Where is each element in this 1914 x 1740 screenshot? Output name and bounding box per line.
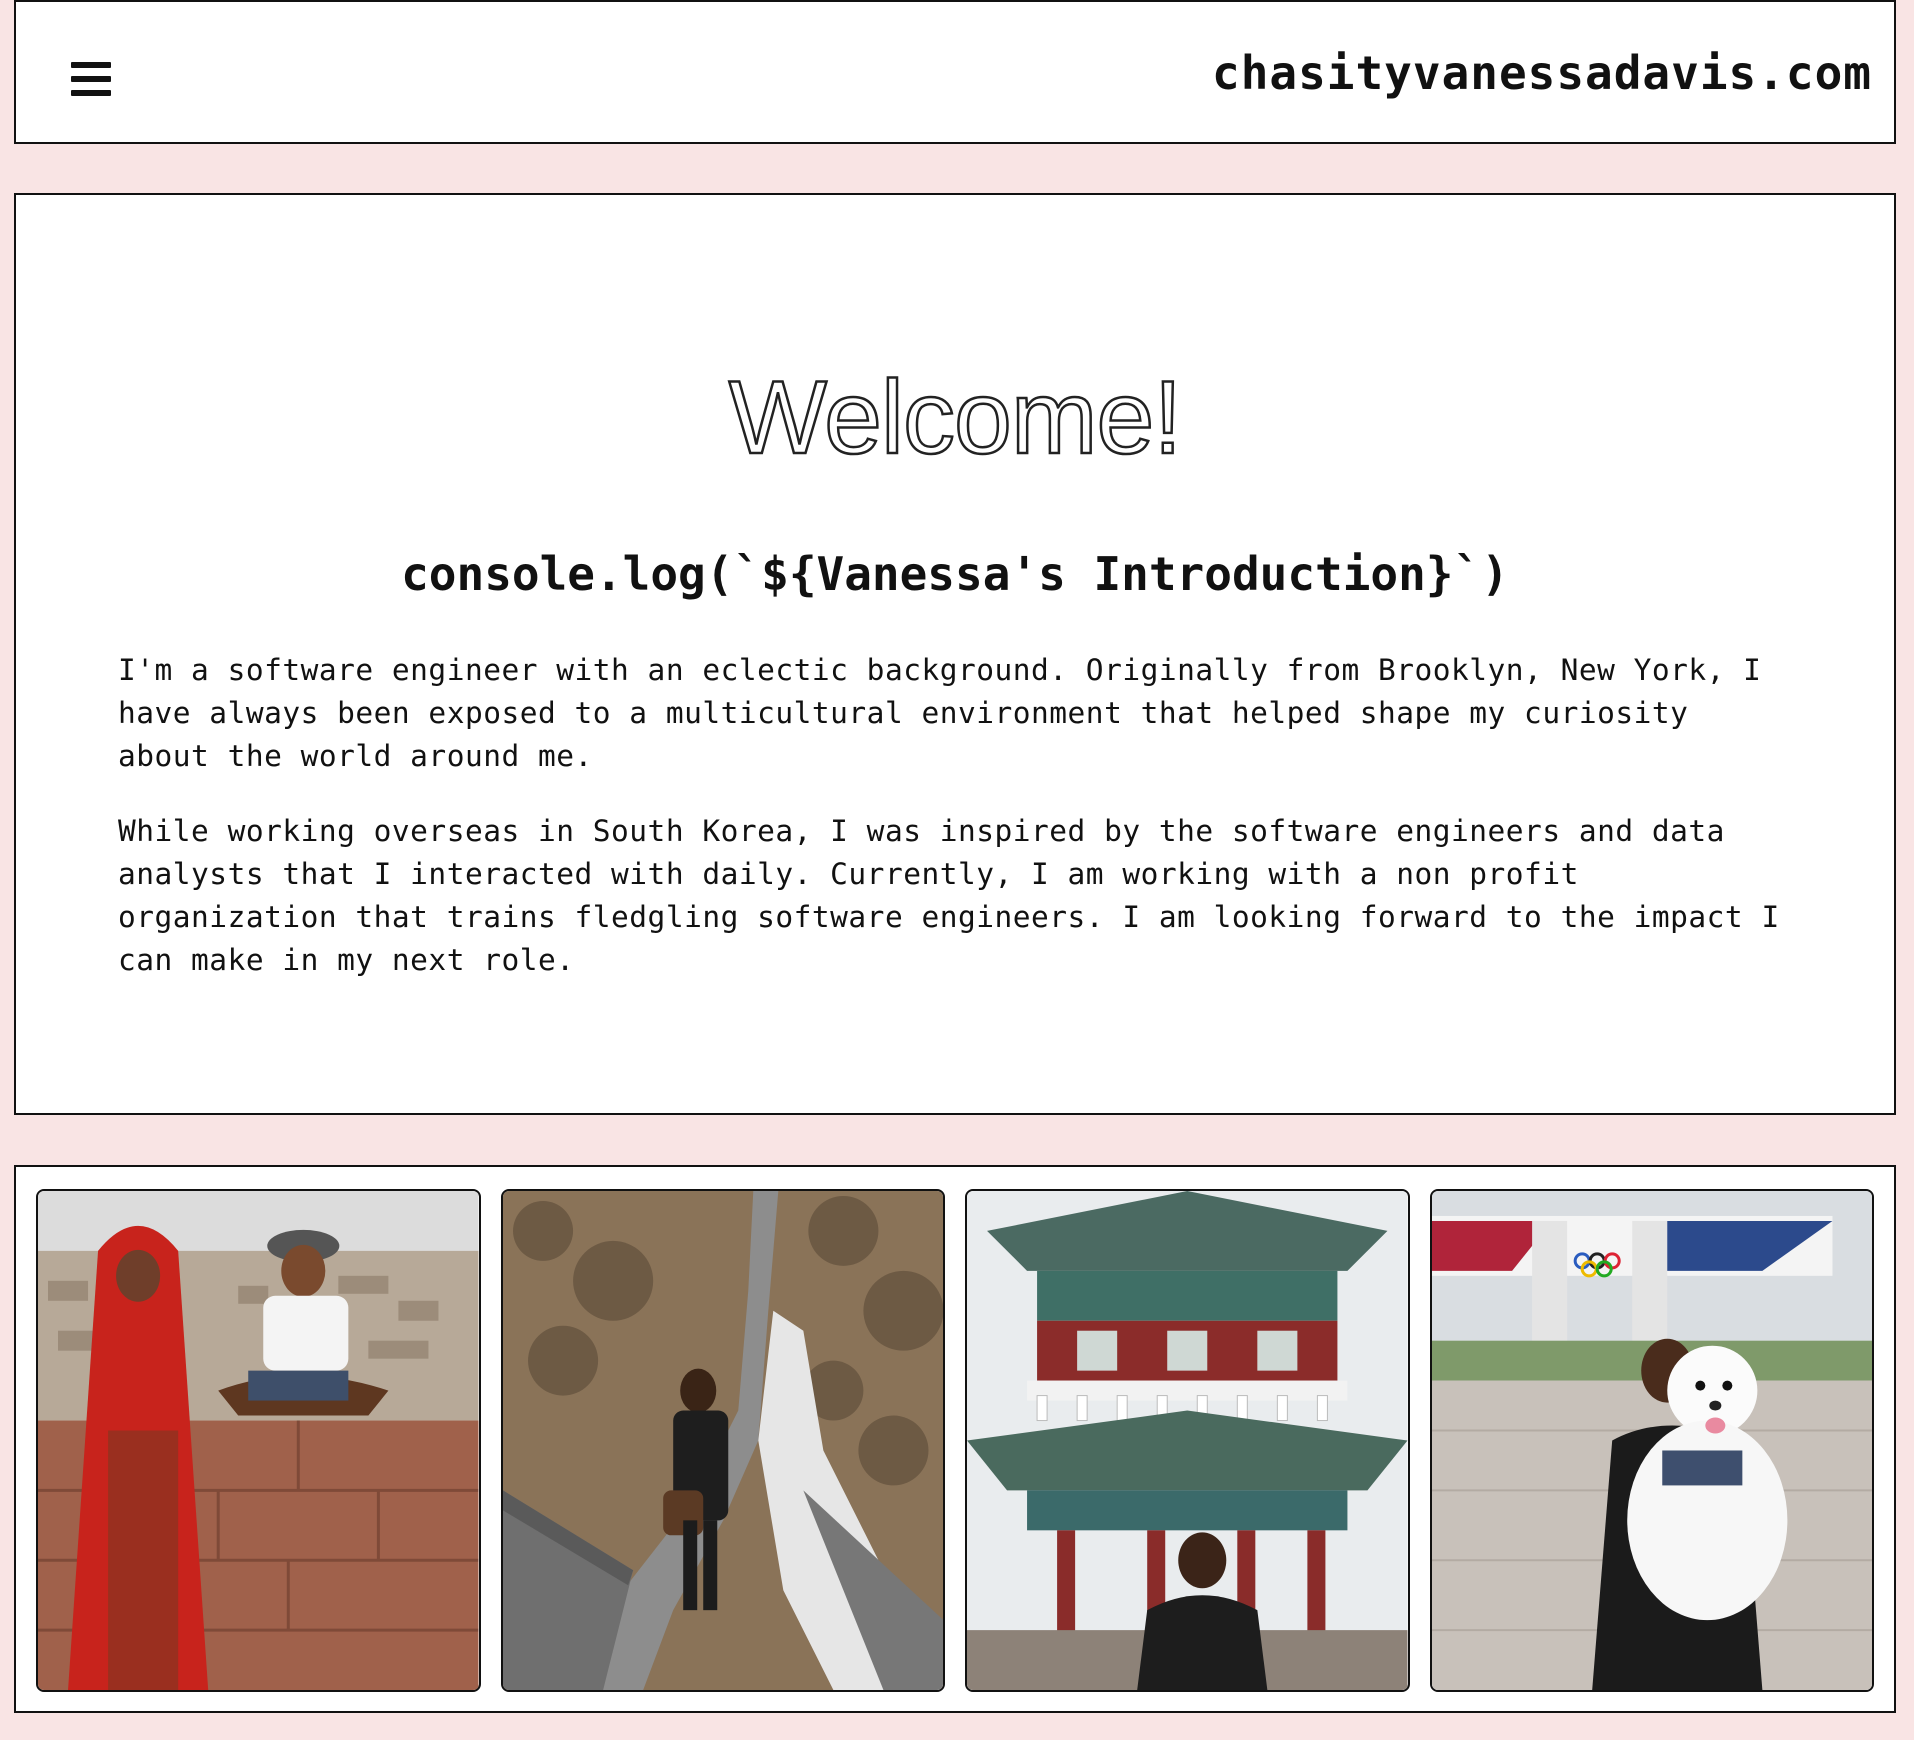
site-title-link[interactable]: chasityvanessadavis.com — [1212, 46, 1872, 100]
photo-korean-pagoda — [965, 1189, 1410, 1692]
intro-paragraph: I'm a software engineer with an eclectic… — [118, 653, 1762, 773]
intro-heading: console.log(`${Vanessa's Introduction}`) — [401, 547, 1509, 601]
welcome-heading: Welcome! — [728, 359, 1184, 478]
intro-paragraph: While working overseas in South Korea, I… — [118, 814, 1780, 977]
hamburger-menu-icon — [71, 62, 111, 96]
photo-gallery — [14, 1165, 1896, 1713]
photo-rooftop-india — [36, 1189, 481, 1692]
site-header: chasityvanessadavis.com — [14, 0, 1896, 144]
intro-section: Welcome! console.log(`${Vanessa's Introd… — [14, 193, 1896, 1115]
photo-olympic-park-dog — [1429, 1189, 1874, 1692]
menu-button[interactable] — [58, 46, 124, 112]
photo-great-wall — [500, 1189, 945, 1692]
intro-body: I'm a software engineer with an eclectic… — [118, 649, 1792, 1014]
